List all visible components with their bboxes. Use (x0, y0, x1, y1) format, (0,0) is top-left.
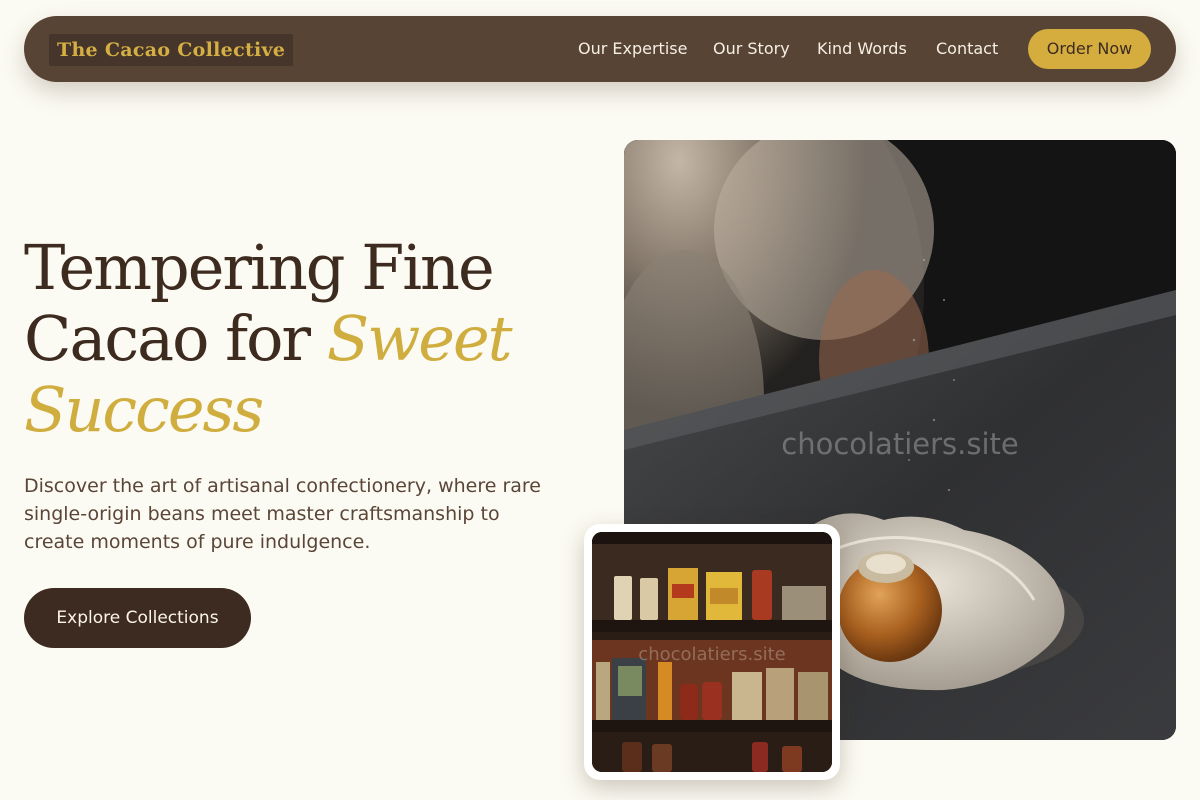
shelf-photo-card: chocolatiers.site (584, 524, 840, 780)
order-now-button[interactable]: Order Now (1028, 29, 1151, 69)
explore-collections-button[interactable]: Explore Collections (24, 588, 251, 648)
hero-title-accent-sweet: Sweet (326, 302, 513, 375)
hero-description: Discover the art of artisanal confection… (24, 475, 541, 553)
nav-link-kind-words[interactable]: Kind Words (817, 38, 907, 60)
nav-link-our-expertise[interactable]: Our Expertise (578, 38, 687, 60)
nav-bar: The Cacao Collective Our Expertise Our S… (24, 16, 1176, 82)
hero-title-accent-success: Success (24, 373, 264, 446)
brand-logo[interactable]: The Cacao Collective (49, 34, 294, 66)
shelf-photo: chocolatiers.site (592, 532, 832, 772)
main-photo-watermark: chocolatiers.site (781, 427, 1019, 461)
nav-link-contact[interactable]: Contact (936, 38, 998, 60)
shelf-photo-watermark: chocolatiers.site (638, 644, 786, 665)
hero-title-line1: Tempering Fine (24, 231, 495, 304)
hero-title: Tempering Fine Cacao for Sweet Success (24, 232, 584, 445)
nav-link-our-story[interactable]: Our Story (713, 38, 790, 60)
hero-title-line2: Cacao for (24, 302, 327, 375)
